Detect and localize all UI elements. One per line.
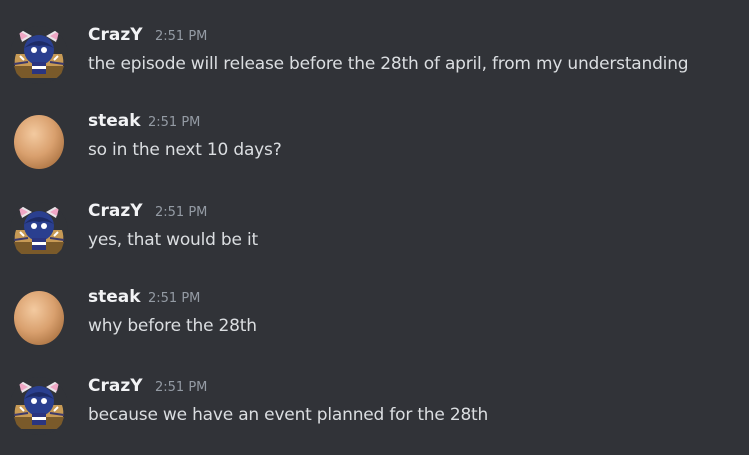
chat-messages: CrazY 2:51 PM the episode will release b… [0, 0, 749, 447]
message: steak 2:51 PM why before the 28th [0, 286, 749, 366]
username[interactable]: CrazY [88, 200, 143, 222]
message-text: the episode will release before the 28th… [88, 54, 689, 74]
message-text: yes, that would be it [88, 230, 258, 250]
egg-avatar[interactable] [10, 288, 68, 346]
message: CrazY 2:51 PM because we have an event p… [0, 375, 749, 455]
timestamp: 2:51 PM [148, 115, 201, 130]
message-text: because we have an event planned for the… [88, 405, 489, 425]
message: steak 2:51 PM so in the next 10 days? [0, 110, 749, 190]
timestamp: 2:51 PM [155, 205, 208, 220]
username[interactable]: CrazY [88, 24, 143, 46]
crazy-avatar[interactable] [10, 26, 68, 84]
crazy-avatar[interactable] [10, 202, 68, 260]
message-text: why before the 28th [88, 316, 257, 336]
username[interactable]: CrazY [88, 375, 143, 397]
timestamp: 2:51 PM [155, 29, 208, 44]
message: CrazY 2:51 PM yes, that would be it [0, 200, 749, 280]
timestamp: 2:51 PM [155, 380, 208, 395]
username[interactable]: steak [88, 286, 141, 308]
timestamp: 2:51 PM [148, 291, 201, 306]
crazy-avatar[interactable] [10, 377, 68, 435]
message-text: so in the next 10 days? [88, 140, 282, 160]
username[interactable]: steak [88, 110, 141, 132]
egg-avatar[interactable] [10, 112, 68, 170]
message: CrazY 2:51 PM the episode will release b… [0, 24, 749, 104]
